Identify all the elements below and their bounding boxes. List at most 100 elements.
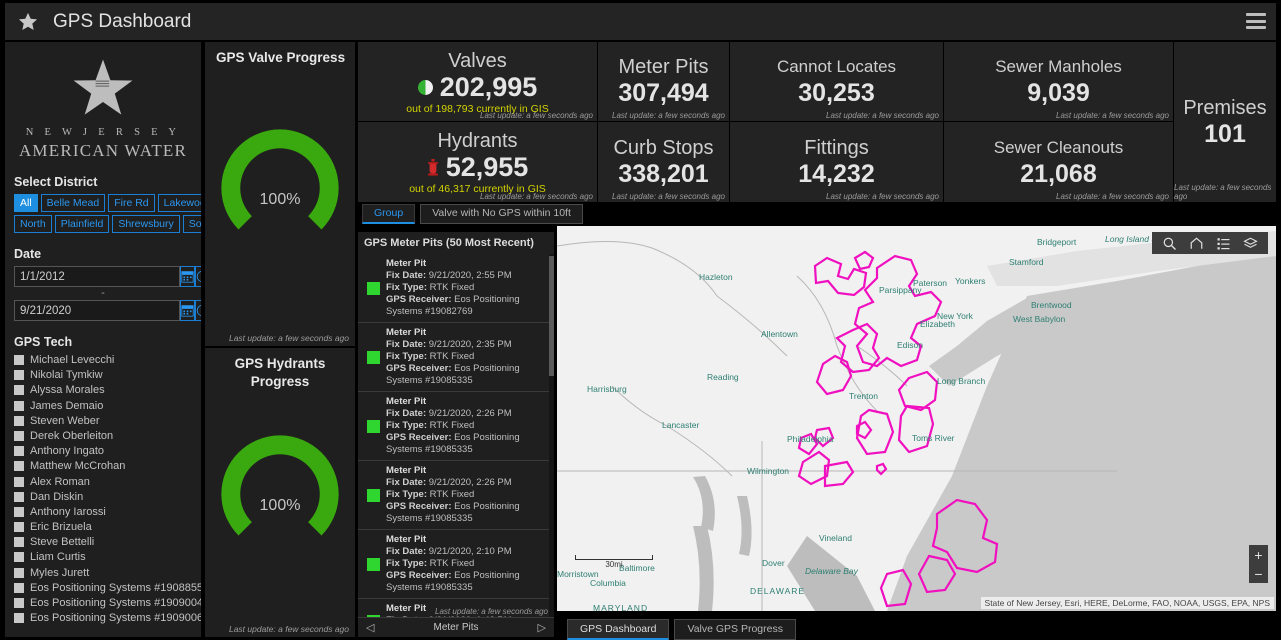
list-item[interactable]: Meter Pit Fix Date: 9/21/2020, 2:55 PM Fix… [358, 254, 554, 323]
list-scrollbar-thumb[interactable] [549, 256, 554, 376]
checkbox[interactable] [14, 506, 24, 517]
hamburger-icon[interactable] [1246, 13, 1266, 29]
stat-title: Premises [1183, 96, 1267, 119]
district-button-north[interactable]: North [14, 215, 52, 233]
stat-card-meter-pits[interactable]: Meter Pits 307,494 Last update: a few seco… [598, 42, 729, 121]
gps-tech-item[interactable]: Myles Jurett [14, 567, 192, 579]
district-button-southwest[interactable]: Southwest [182, 215, 201, 233]
map-label: DELAWARE [750, 586, 806, 596]
calendar-icon[interactable] [180, 300, 195, 321]
gps-tech-item[interactable]: James Demaio [14, 400, 192, 412]
checkbox[interactable] [14, 430, 24, 441]
map-view[interactable]: Hazleton Allentown Reading Harrisburg Lancas… [557, 226, 1276, 611]
gps-tech-item[interactable]: Steve Bettelli [14, 536, 192, 548]
map-label: Dover [762, 558, 785, 568]
stat-card-sewer-manholes[interactable]: Sewer Manholes 9,039 Last update: a few se… [944, 42, 1173, 121]
stat-title: Sewer Manholes [995, 57, 1122, 76]
layers-icon[interactable] [1243, 236, 1258, 251]
gps-tech-item[interactable]: Anthony Iarossi [14, 506, 192, 518]
list-item[interactable]: Meter Pit Fix Date: 9/21/2020, 2:10 PM Fix… [358, 530, 554, 599]
gps-tech-item[interactable]: Eos Positioning Systems #19088551 [14, 582, 201, 594]
checkbox[interactable] [14, 598, 24, 608]
map-label: Allentown [761, 329, 798, 339]
last-update-text: Last update: a few seconds ago [228, 624, 349, 634]
stat-title: Fittings [804, 136, 869, 159]
gps-tech-label: Derek Oberleiton [30, 429, 114, 442]
gps-tech-item[interactable]: Eos Positioning Systems #19090045 [14, 597, 201, 609]
checkbox[interactable] [14, 522, 24, 533]
map-label: Delaware Bay [805, 566, 858, 576]
map-label: Harrisburg [587, 384, 627, 394]
chevron-right-icon[interactable]: ▷ [538, 621, 546, 634]
checkbox[interactable] [14, 613, 24, 624]
checkbox[interactable] [14, 552, 24, 563]
checkbox[interactable] [14, 355, 24, 365]
checkbox[interactable] [14, 370, 24, 381]
gps-tech-item[interactable]: Michael Levecchi [14, 354, 192, 366]
checkbox[interactable] [14, 582, 24, 593]
date-to-input[interactable] [14, 300, 180, 321]
gauge-value: 100% [259, 191, 301, 208]
date-from-input[interactable] [14, 266, 180, 287]
home-icon[interactable] [1189, 236, 1204, 251]
chevron-left-icon[interactable]: ◁ [366, 621, 374, 634]
gps-tech-item[interactable]: Alyssa Morales [14, 384, 192, 396]
clock-icon[interactable] [195, 266, 201, 287]
gps-tech-item[interactable]: Steven Weber [14, 415, 192, 427]
stat-card-curb-stops[interactable]: Curb Stops 338,201 Last update: a few seco… [598, 122, 729, 202]
gps-tech-item[interactable]: Alex Roman [14, 476, 192, 488]
clock-icon[interactable] [195, 300, 201, 321]
bottom-tab-gps-dashboard[interactable]: GPS Dashboard [567, 619, 670, 640]
checkbox[interactable] [14, 567, 24, 578]
gps-tech-item[interactable]: Nikolai Tymkiw [14, 369, 192, 381]
zoom-in-button[interactable]: + [1249, 545, 1268, 564]
district-filter-group: AllBelle MeadFire RdLakewood NorthPlainfi… [14, 194, 201, 233]
legend-icon[interactable] [1216, 236, 1231, 251]
checkbox[interactable] [14, 476, 24, 487]
date-range-separator: - [101, 287, 105, 299]
district-button-plainfield[interactable]: Plainfield [54, 215, 110, 233]
stat-card-hydrants[interactable]: Hydrants 52,955 out of 46,317 currently in… [358, 122, 597, 202]
map-label: Brentwood [1031, 300, 1072, 310]
checkbox[interactable] [14, 385, 24, 396]
checkbox[interactable] [14, 446, 24, 457]
gps-tech-item[interactable]: Eric Brizuela [14, 521, 192, 533]
gps-tech-item[interactable]: Derek Oberleiton [14, 430, 192, 442]
district-button-all[interactable]: All [14, 194, 38, 212]
list-item[interactable]: Meter Pit Fix Date: 9/21/2020, 2:26 PM Fix… [358, 392, 554, 461]
district-button-belle-mead[interactable]: Belle Mead [40, 194, 106, 212]
bottom-tab-valve-gps-progress[interactable]: Valve GPS Progress [674, 619, 796, 640]
checkbox[interactable] [14, 537, 24, 548]
checkbox[interactable] [14, 491, 24, 502]
gps-tech-item[interactable]: Liam Curtis [14, 551, 192, 563]
gps-tech-item[interactable]: Matthew McCrohan [14, 460, 192, 472]
search-icon[interactable] [1162, 236, 1177, 251]
list-item[interactable]: Meter Pit Fix Date: 9/21/2020, 2:26 PM Fix… [358, 461, 554, 530]
district-button-lakewood[interactable]: Lakewood [157, 194, 201, 212]
stat-card-premises[interactable]: Premises 101 Last update: a few seconds ag… [1174, 42, 1276, 202]
stat-card-sewer-cleanouts[interactable]: Sewer Cleanouts 21,068 Last update: a few … [944, 122, 1173, 202]
checkbox[interactable] [14, 461, 24, 472]
checkbox[interactable] [14, 415, 24, 426]
checkbox[interactable] [14, 400, 24, 411]
tab-group[interactable]: Group [362, 204, 416, 224]
gps-tech-item[interactable]: Anthony Ingato [14, 445, 192, 457]
district-button-shrewsbury[interactable]: Shrewsbury [112, 215, 180, 233]
zoom-out-button[interactable]: − [1249, 564, 1268, 583]
list-item[interactable]: Meter Pit Fix Date: 9/21/2020, 2:35 PM Fix… [358, 323, 554, 392]
map-label: Parsippany [879, 285, 922, 295]
gps-tech-label: Anthony Iarossi [30, 505, 106, 518]
list-items-container[interactable]: Meter Pit Fix Date: 9/21/2020, 2:55 PM Fix… [358, 254, 554, 617]
map-label: Philadelphia [787, 434, 834, 444]
stat-card-cannot-locates[interactable]: Cannot Locates 30,253 Last update: a few s… [730, 42, 943, 121]
gps-tech-item[interactable]: Eos Positioning Systems #19090060 [14, 612, 201, 624]
gps-tech-item[interactable]: Dan Diskin [14, 491, 192, 503]
tab-valve-with-no-gps-within-10ft[interactable]: Valve with No GPS within 10ft [420, 204, 583, 224]
stat-card-fittings[interactable]: Fittings 14,232 Last update: a few seconds… [730, 122, 943, 202]
calendar-icon[interactable] [180, 266, 195, 287]
map-label: Stamford [1009, 257, 1044, 267]
district-button-fire-rd[interactable]: Fire Rd [108, 194, 155, 212]
stat-card-valves[interactable]: Valves 202,995 out of 198,793 currently in… [358, 42, 597, 121]
map-label: Lancaster [662, 420, 700, 430]
last-update-text: Last update: a few seconds ago [1056, 192, 1169, 201]
